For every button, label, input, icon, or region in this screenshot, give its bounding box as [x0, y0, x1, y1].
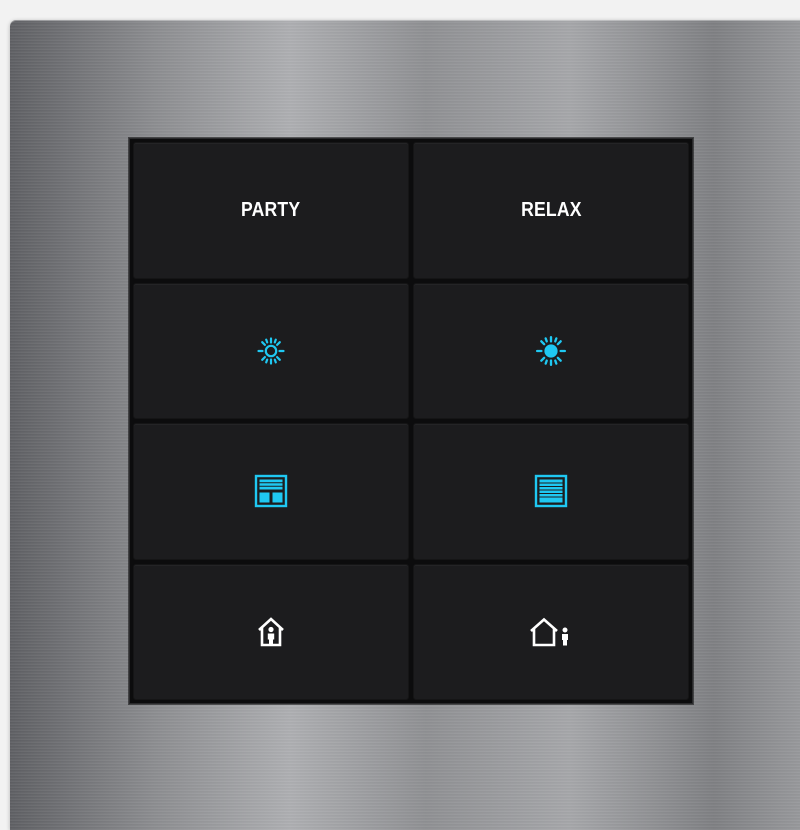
blinds-split-icon [254, 474, 288, 508]
home-person-inside-icon [255, 616, 287, 648]
blinds-half-button[interactable] [133, 423, 409, 560]
party-label: PARTY [241, 198, 301, 221]
blinds-full-button[interactable] [413, 423, 689, 560]
keypad-panel: PARTY RELAX [129, 138, 693, 704]
home-away-button[interactable] [413, 563, 689, 700]
light-dim-button[interactable] [133, 282, 409, 419]
relax-label: RELAX [520, 198, 582, 221]
relax-scene-button[interactable]: RELAX [413, 142, 689, 279]
sun-outline-icon [256, 336, 286, 366]
home-person-outside-icon [528, 616, 574, 648]
light-bright-button[interactable] [413, 282, 689, 419]
blinds-full-icon [534, 474, 568, 508]
party-scene-button[interactable]: PARTY [133, 142, 409, 279]
sun-filled-icon [535, 335, 567, 367]
home-present-button[interactable] [133, 563, 409, 700]
